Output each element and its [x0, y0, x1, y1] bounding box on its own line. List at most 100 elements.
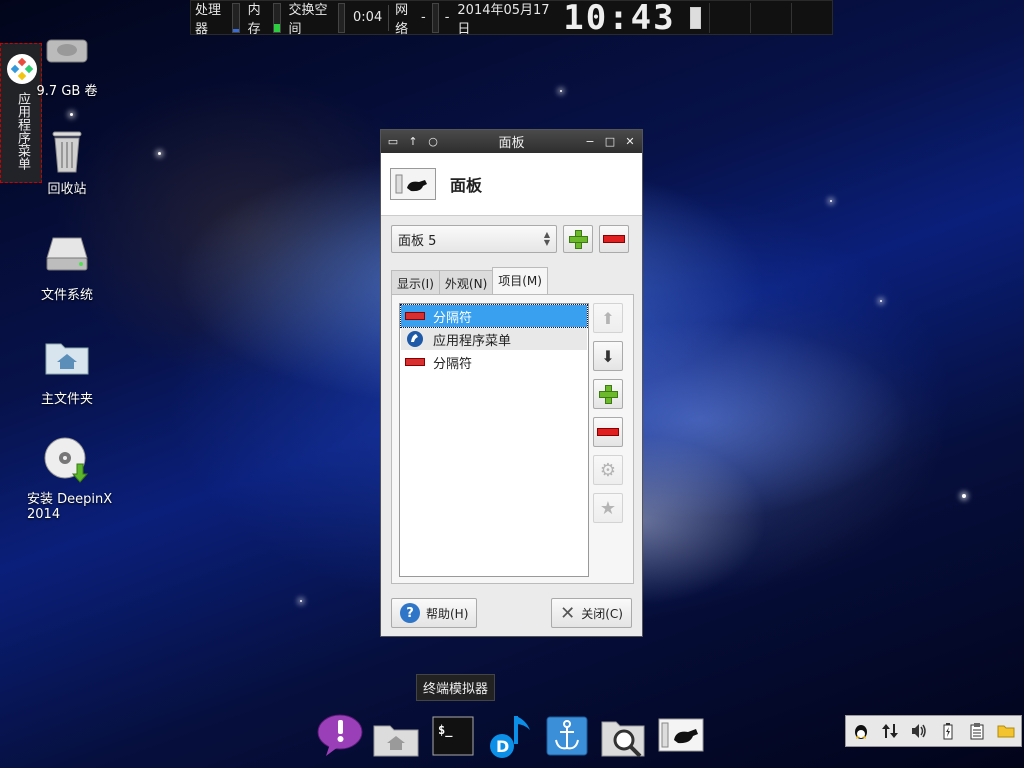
- panel-toggle[interactable]: [689, 6, 701, 29]
- arrow-up-icon: ⬆: [601, 308, 615, 328]
- clock[interactable]: 10:43: [557, 0, 681, 38]
- items-list[interactable]: 分隔符 应用程序菜单 分隔符: [399, 303, 589, 577]
- list-item[interactable]: 应用程序菜单: [401, 328, 587, 350]
- system-tray: [845, 715, 1022, 747]
- header-title: 面板: [450, 176, 483, 195]
- search-icon: [601, 721, 645, 758]
- dock-pidgin[interactable]: [316, 712, 364, 760]
- volume-icon[interactable]: [910, 722, 928, 740]
- date-text: 2014年05月17日: [457, 2, 550, 37]
- desktop-icon-install[interactable]: 安装 DeepinX 2014: [27, 436, 117, 522]
- add-panel-button[interactable]: [563, 225, 593, 253]
- desktop-icon-trash[interactable]: 回收站: [27, 126, 107, 197]
- help-button[interactable]: ? 帮助(H): [391, 598, 478, 628]
- battery-icon[interactable]: [939, 722, 957, 740]
- uptime: 0:04: [349, 1, 386, 34]
- desktop-icon-label: 回收站: [47, 182, 87, 197]
- panel-select-value: 面板 5: [398, 233, 437, 249]
- list-item-label: 应用程序菜单: [433, 333, 512, 349]
- dock-anchor[interactable]: [546, 716, 588, 756]
- memory-meter: [273, 2, 281, 33]
- workspace-3[interactable]: [790, 2, 832, 33]
- cpu-label: 处理器: [195, 2, 222, 37]
- panel-select[interactable]: 面板 5 ▲ ▼: [391, 225, 557, 253]
- items-tab-panel: 分隔符 应用程序菜单 分隔符 ⬆ ⬇ ⚙ ★: [391, 294, 634, 584]
- plus-icon: [598, 384, 618, 404]
- trash-icon: [43, 126, 91, 174]
- workspace-2[interactable]: [749, 2, 791, 33]
- swap-meter: [337, 2, 346, 33]
- remove-item-button[interactable]: [593, 417, 623, 447]
- close-button[interactable]: ✕ 关闭(C): [551, 598, 632, 628]
- dock-search[interactable]: [600, 712, 648, 760]
- harddisk-icon: [43, 232, 91, 280]
- remove-panel-button[interactable]: [599, 225, 629, 253]
- desktop-icon-filesystem[interactable]: 文件系统: [27, 232, 107, 303]
- top-panel: 处理器 内存 交换空间 0:04 网络 - - 2014年05月17日 10:4…: [190, 0, 833, 38]
- dock-file-manager[interactable]: [372, 712, 420, 760]
- workspace-1[interactable]: [708, 2, 750, 33]
- list-item[interactable]: 分隔符: [401, 351, 587, 373]
- item-properties-button[interactable]: ⚙: [593, 455, 623, 485]
- xfce-panel-icon: [658, 718, 704, 752]
- close-icon[interactable]: ✕: [624, 135, 636, 148]
- date[interactable]: 2014年05月17日: [453, 1, 557, 37]
- list-item[interactable]: 分隔符: [400, 304, 588, 328]
- memory-label: 内存: [247, 2, 261, 37]
- folder-icon[interactable]: [997, 722, 1015, 740]
- home-folder-icon: [43, 336, 91, 384]
- help-icon: ?: [400, 603, 420, 623]
- desktop-icon-volume[interactable]: 9.7 GB 卷: [27, 28, 107, 99]
- arrow-up-icon[interactable]: ↑: [407, 135, 419, 148]
- network-value: -: [420, 10, 426, 25]
- panel-preferences-dialog: ▭ ↑ ○ 面板 − □ ✕ 面板 面板 5 ▲ ▼ 显示(I) 外观(N) 项目…: [380, 129, 643, 637]
- tab-appearance[interactable]: 外观(N): [438, 270, 494, 296]
- desktop-icon-label: 9.7 GB 卷: [36, 84, 98, 99]
- swap-monitor[interactable]: 交换空间: [285, 1, 350, 37]
- svg-text:D: D: [496, 737, 509, 756]
- close-button-label: 关闭(C): [581, 606, 623, 621]
- app-menu-icon: [405, 331, 425, 347]
- drive-icon: [43, 28, 91, 76]
- uptime-text: 0:04: [353, 10, 383, 25]
- tab-items[interactable]: 项目(M): [492, 267, 548, 296]
- xfce-panel-icon: [390, 168, 436, 200]
- memory-monitor[interactable]: 内存: [244, 1, 285, 37]
- network-meter: [431, 2, 439, 33]
- maximize-icon[interactable]: □: [604, 135, 616, 148]
- anchor-icon: [546, 716, 588, 756]
- add-item-button[interactable]: [593, 379, 623, 409]
- cpu-monitor[interactable]: 处理器: [191, 1, 244, 37]
- arrow-down-icon: ⬇: [601, 346, 615, 366]
- gear-icon: ⚙: [599, 459, 617, 481]
- minus-icon: [597, 428, 619, 436]
- network-label: 网络: [395, 2, 409, 37]
- tab-display[interactable]: 显示(I): [391, 270, 440, 296]
- minimize-icon[interactable]: −: [584, 135, 596, 148]
- window-menu-icon[interactable]: ▭: [387, 135, 399, 148]
- desktop-icon-home[interactable]: 主文件夹: [27, 336, 107, 407]
- dock-music-player[interactable]: D: [486, 712, 534, 760]
- move-down-button[interactable]: ⬇: [593, 341, 623, 371]
- move-up-button[interactable]: ⬆: [593, 303, 623, 333]
- network-arrows-icon[interactable]: [881, 722, 899, 740]
- music-note-icon: D: [490, 716, 530, 758]
- spin-arrows-icon: ▲ ▼: [543, 230, 550, 247]
- titlebar[interactable]: ▭ ↑ ○ 面板 − □ ✕: [381, 130, 642, 153]
- network-monitor[interactable]: 网络 - -: [391, 1, 453, 37]
- dock-tooltip: 终端模拟器: [416, 674, 496, 701]
- plus-icon: [568, 229, 588, 249]
- home-folder-icon: [373, 725, 419, 757]
- clipboard-icon[interactable]: [968, 722, 986, 740]
- dialog-header: 面板: [381, 153, 642, 216]
- tux-icon[interactable]: [852, 722, 870, 740]
- close-x-icon: ✕: [560, 602, 576, 624]
- item-about-button[interactable]: ★: [593, 493, 623, 523]
- dock-terminal[interactable]: $_: [432, 716, 474, 756]
- desktop-icon-label: 安装 DeepinX 2014: [27, 492, 113, 522]
- dock-panel-settings[interactable]: [658, 718, 704, 752]
- tab-bar: 显示(I) 外观(N) 项目(M): [391, 267, 548, 296]
- star-icon: ★: [599, 497, 617, 519]
- pin-icon[interactable]: ○: [427, 135, 439, 148]
- cpu-meter: [232, 2, 240, 33]
